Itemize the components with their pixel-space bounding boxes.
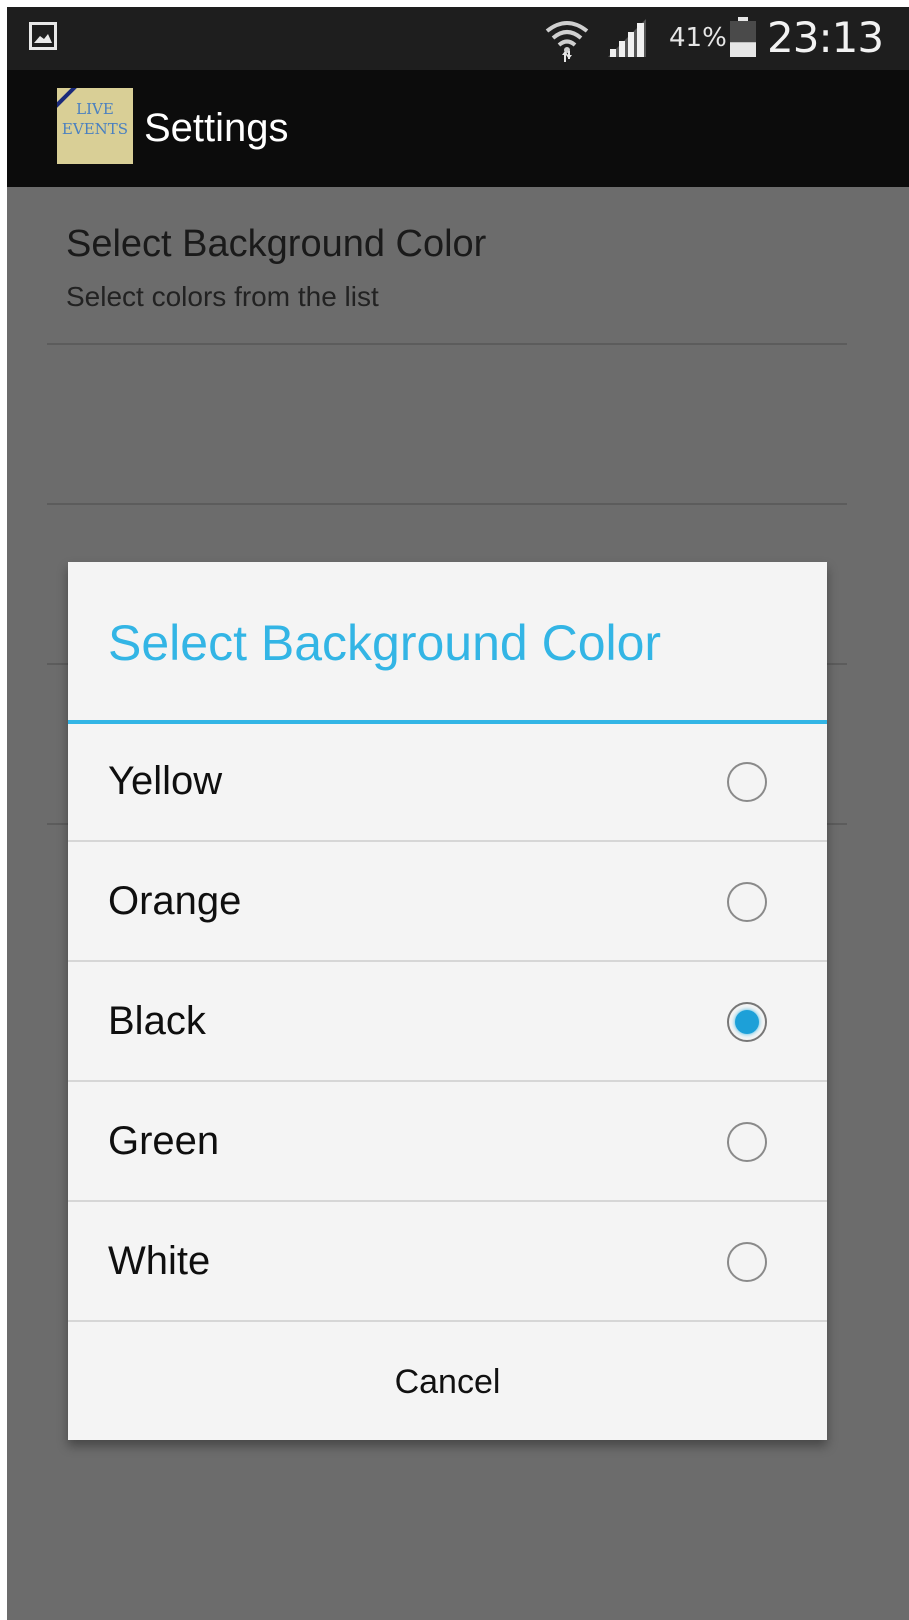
option-black[interactable]: Black — [68, 964, 827, 1082]
option-green[interactable]: Green — [68, 1084, 827, 1202]
option-yellow[interactable]: Yellow — [68, 724, 827, 842]
option-label: Green — [108, 1119, 220, 1163]
clock: 23:13 — [767, 13, 884, 62]
status-bar: 41% 23:13 — [7, 7, 909, 70]
signal-icon — [608, 19, 646, 57]
radio-button[interactable] — [727, 1002, 767, 1042]
logo-text-live: LIVE — [76, 100, 114, 118]
preference-title: Select Background Color — [66, 223, 487, 265]
action-bar: LIVE EVENTS Settings — [7, 70, 909, 187]
radio-button[interactable] — [727, 762, 767, 802]
option-label: Orange — [108, 879, 242, 923]
option-white[interactable]: White — [68, 1204, 827, 1322]
cancel-button[interactable]: Cancel — [68, 1324, 827, 1440]
option-label: Black — [108, 999, 206, 1043]
battery-percent: 41% — [669, 23, 727, 53]
app-logo-icon[interactable]: LIVE EVENTS — [57, 88, 133, 164]
wifi-icon — [545, 21, 589, 62]
battery-icon — [730, 17, 756, 57]
phone-screen: 41% 23:13 LIVE EVENTS Settings Select Ba… — [7, 7, 909, 1620]
radio-button[interactable] — [727, 882, 767, 922]
list-divider — [47, 343, 847, 345]
settings-list: Select Background Color Select colors fr… — [7, 187, 909, 1620]
page-title: Settings — [144, 106, 289, 150]
gallery-icon — [29, 22, 57, 50]
option-label: White — [108, 1239, 211, 1283]
option-label: Yellow — [108, 759, 223, 803]
logo-text-events: EVENTS — [61, 120, 129, 138]
radio-button[interactable] — [727, 1242, 767, 1282]
radio-button[interactable] — [727, 1122, 767, 1162]
option-orange[interactable]: Orange — [68, 844, 827, 962]
color-picker-dialog: Select Background Color Yellow Orange Bl… — [68, 562, 827, 1440]
preference-summary: Select colors from the list — [66, 281, 379, 312]
list-divider — [47, 503, 847, 505]
dialog-title: Select Background Color — [108, 615, 662, 671]
